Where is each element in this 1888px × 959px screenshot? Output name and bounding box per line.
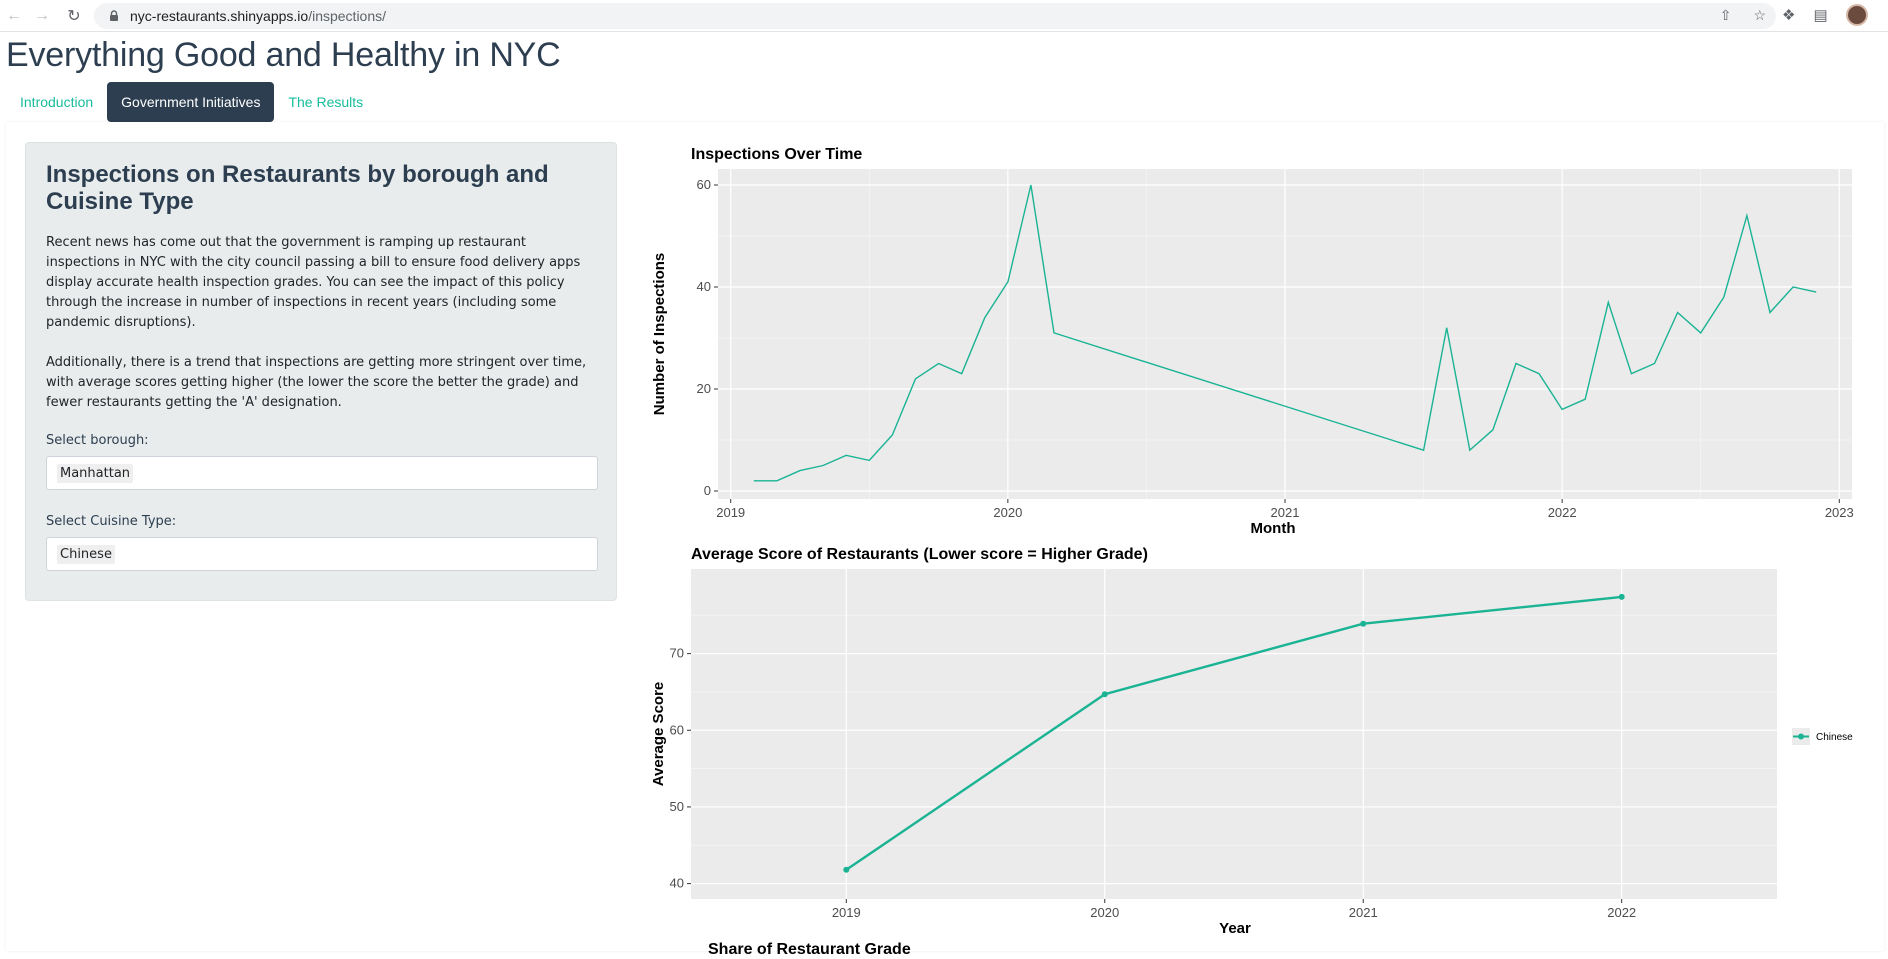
back-icon[interactable]: ← <box>2 4 26 28</box>
chart-title: Average Score of Restaurants (Lower scor… <box>691 546 1148 563</box>
cuisine-selected-value: Chinese <box>57 544 115 564</box>
extensions-icon[interactable]: ❖ <box>1782 6 1795 24</box>
tab-the-results[interactable]: The Results <box>274 82 377 122</box>
data-point <box>1101 691 1108 698</box>
cuisine-label: Select Cuisine Type: <box>46 514 177 529</box>
y-axis-label: Average Score <box>650 682 667 787</box>
chart-title: Inspections Over Time <box>691 146 862 163</box>
inspections-chart-svg: Inspections Over Time 0 20 40 60 2019 2020 202… <box>651 146 1854 537</box>
legend-key-point <box>1798 733 1804 740</box>
data-point <box>1618 593 1625 600</box>
plot-background <box>691 569 1777 899</box>
reload-icon[interactable]: ↻ <box>62 4 86 28</box>
intro-paragraph: Recent news has come out that the govern… <box>46 235 581 330</box>
y-tick-label: 50 <box>670 799 684 814</box>
data-point <box>1360 620 1367 627</box>
sidebar-panel: Inspections on Restaurants by borough an… <box>25 142 617 601</box>
x-axis-label: Year <box>1219 920 1251 937</box>
y-tick-label: 20 <box>697 381 711 396</box>
x-tick-label: 2021 <box>1349 905 1378 920</box>
y-axis-label: Number of Inspections <box>651 253 668 416</box>
x-tick-label: 2023 <box>1825 505 1854 520</box>
sidepanel-icon[interactable]: ▤ <box>1813 6 1827 24</box>
x-tick-label: 2019 <box>716 505 745 520</box>
borough-label: Select borough: <box>46 433 149 448</box>
trend-paragraph: Additionally, there is a trend that insp… <box>46 355 587 410</box>
data-point <box>843 866 850 873</box>
address-bar[interactable]: nyc-restaurants.shinyapps.io/inspections… <box>94 3 1776 29</box>
browser-toolbar: ← → ↻ nyc-restaurants.shinyapps.io/inspe… <box>0 0 1888 32</box>
profile-avatar[interactable] <box>1845 4 1868 26</box>
page-title: Everything Good and Healthy in NYC <box>6 36 561 74</box>
tab-bar: Introduction Government Initiatives The … <box>6 82 377 122</box>
borough-selected-value: Manhattan <box>57 463 134 483</box>
share-icon[interactable]: ⇧ <box>1720 7 1732 24</box>
url-text: nyc-restaurants.shinyapps.io/inspections… <box>130 8 386 24</box>
x-tick-label: 2022 <box>1607 905 1636 920</box>
sidebar-heading: Inspections on Restaurants by borough an… <box>46 161 549 215</box>
y-tick-label: 70 <box>670 646 684 661</box>
x-tick-label: 2021 <box>1271 505 1300 520</box>
legend-label-chinese: Chinese <box>1816 732 1853 743</box>
average-score-chart-svg: Average Score of Restaurants (Lower scor… <box>650 546 1853 937</box>
star-icon[interactable]: ☆ <box>1753 7 1766 24</box>
url-host: nyc-restaurants.shinyapps.io <box>130 8 309 24</box>
forward-icon[interactable]: → <box>30 4 54 28</box>
x-tick-label: 2020 <box>1090 905 1119 920</box>
inspections-chart: Inspections Over Time 0 20 40 60 2019 2020 202… <box>646 140 1856 540</box>
y-tick-label: 40 <box>697 279 711 294</box>
x-tick-label: 2020 <box>993 505 1022 520</box>
lock-icon <box>110 10 118 21</box>
cuisine-select[interactable]: Chinese <box>46 537 598 571</box>
tab-government-initiatives[interactable]: Government Initiatives <box>107 82 275 122</box>
y-tick-label: 60 <box>697 177 711 192</box>
y-tick-label: 0 <box>704 483 711 498</box>
tab-introduction[interactable]: Introduction <box>6 82 107 122</box>
average-score-chart: Average Score of Restaurants (Lower scor… <box>646 540 1858 945</box>
legend: Chinese <box>1792 728 1853 745</box>
x-tick-label: 2022 <box>1548 505 1577 520</box>
next-chart-title: Share of Restaurant Grade <box>708 941 911 958</box>
x-axis-label: Month <box>1251 520 1296 537</box>
url-path: /inspections/ <box>308 8 387 24</box>
borough-select[interactable]: Manhattan <box>46 456 598 490</box>
y-tick-label: 40 <box>670 876 684 891</box>
x-tick-label: 2019 <box>832 905 861 920</box>
y-tick-label: 60 <box>670 722 684 737</box>
